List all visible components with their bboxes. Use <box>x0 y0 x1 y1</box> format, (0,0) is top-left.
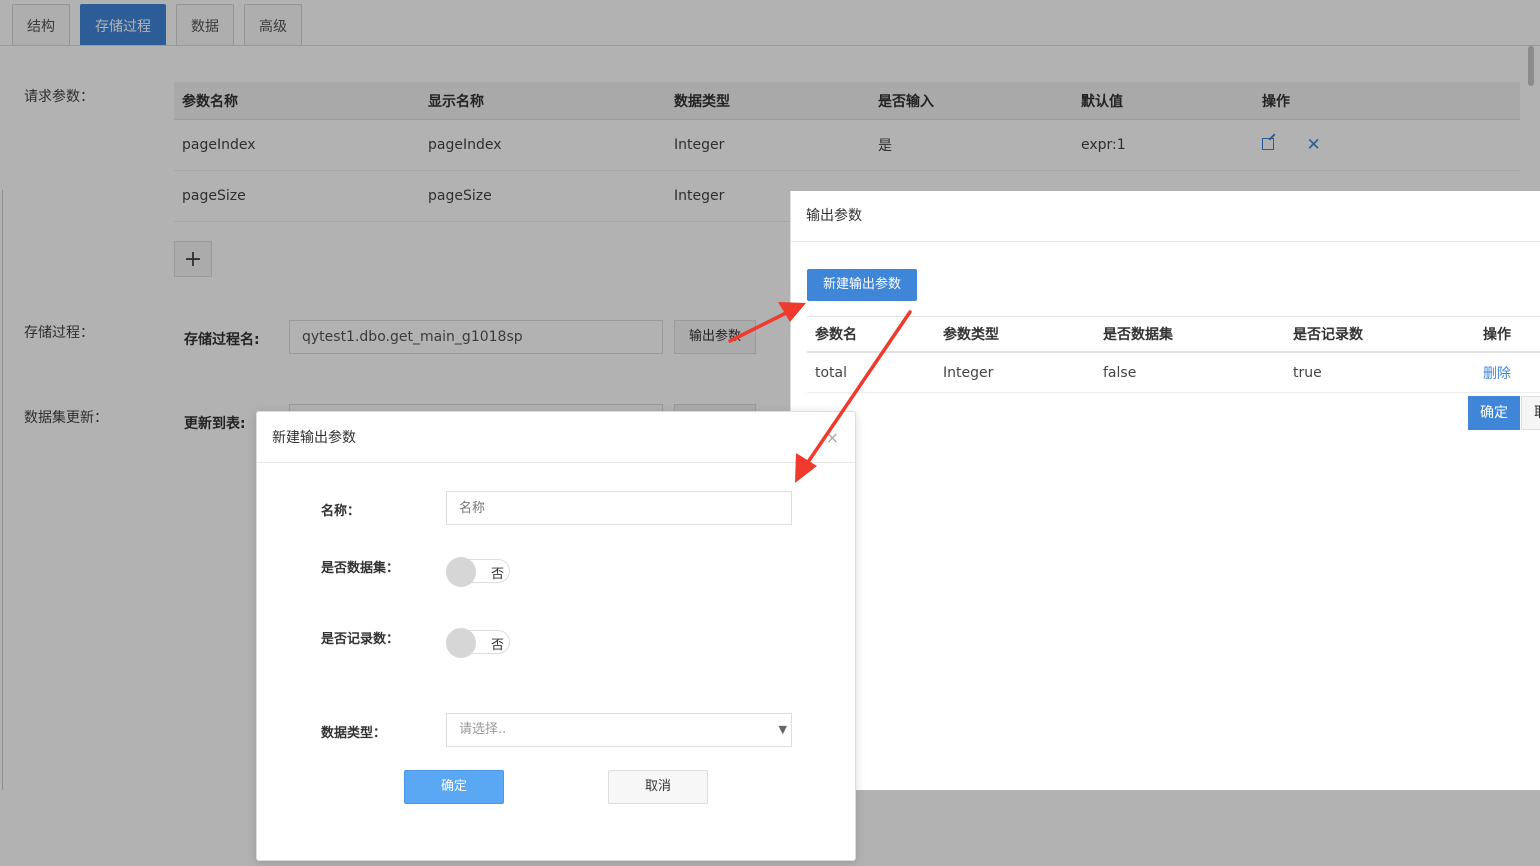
select-placeholder: 请选择.. <box>459 722 507 737</box>
col-actions: 操作 <box>1483 327 1511 343</box>
new-dialog-title-text: 新建输出参数 <box>272 430 356 446</box>
col-param-name: 参数名 <box>815 327 857 343</box>
toggle-knob <box>446 557 476 587</box>
is-dataset-label: 是否数据集： <box>321 561 400 576</box>
delete-link[interactable]: 删除 <box>1475 363 1540 383</box>
table-header: 参数名 参数类型 是否数据集 是否记录数 操作 <box>807 316 1540 353</box>
new-output-param-dialog: 新建输出参数 × 名称： 是否数据集： 否 是否记录数： 否 数据类型： 请选择… <box>256 411 856 861</box>
cell-is-record-count: true <box>1293 364 1322 381</box>
toggle-text: 否 <box>490 638 504 653</box>
cell-param-name: total <box>815 364 848 381</box>
is-dataset-toggle[interactable]: 否 <box>446 557 510 587</box>
close-icon[interactable]: × <box>826 412 839 464</box>
is-record-count-label: 是否记录数： <box>321 632 400 647</box>
data-type-select[interactable]: 请选择.. ▼ <box>446 713 792 747</box>
col-param-type: 参数类型 <box>943 327 999 343</box>
col-is-dataset: 是否数据集 <box>1103 327 1173 343</box>
cell-is-dataset: false <box>1103 364 1137 381</box>
new-dialog-title: 新建输出参数 × <box>257 412 855 463</box>
col-is-record-count: 是否记录数 <box>1293 327 1363 343</box>
toggle-text: 否 <box>490 567 504 582</box>
cell-param-type: Integer <box>943 364 994 381</box>
is-record-count-toggle[interactable]: 否 <box>446 628 510 658</box>
confirm-button[interactable]: 确定 <box>404 770 504 804</box>
output-dialog-title: 输出参数 <box>791 191 1540 242</box>
output-params-table: 参数名 参数类型 是否数据集 是否记录数 操作 total Integer fa… <box>807 316 1540 393</box>
data-type-label: 数据类型： <box>321 726 387 741</box>
table-row: total Integer false true 删除 <box>807 353 1540 393</box>
cancel-button[interactable]: 取消 <box>608 770 708 804</box>
chevron-down-icon: ▼ <box>778 723 787 736</box>
name-label: 名称： <box>321 504 361 519</box>
output-params-dialog: 输出参数 新建输出参数 参数名 参数类型 是否数据集 是否记录数 操作 tota… <box>790 191 1540 790</box>
toggle-knob <box>446 628 476 658</box>
new-output-param-button[interactable]: 新建输出参数 <box>807 269 917 301</box>
output-cancel-button[interactable]: 取 <box>1521 396 1540 430</box>
name-input[interactable] <box>446 491 792 525</box>
output-ok-button[interactable]: 确定 <box>1468 396 1520 430</box>
